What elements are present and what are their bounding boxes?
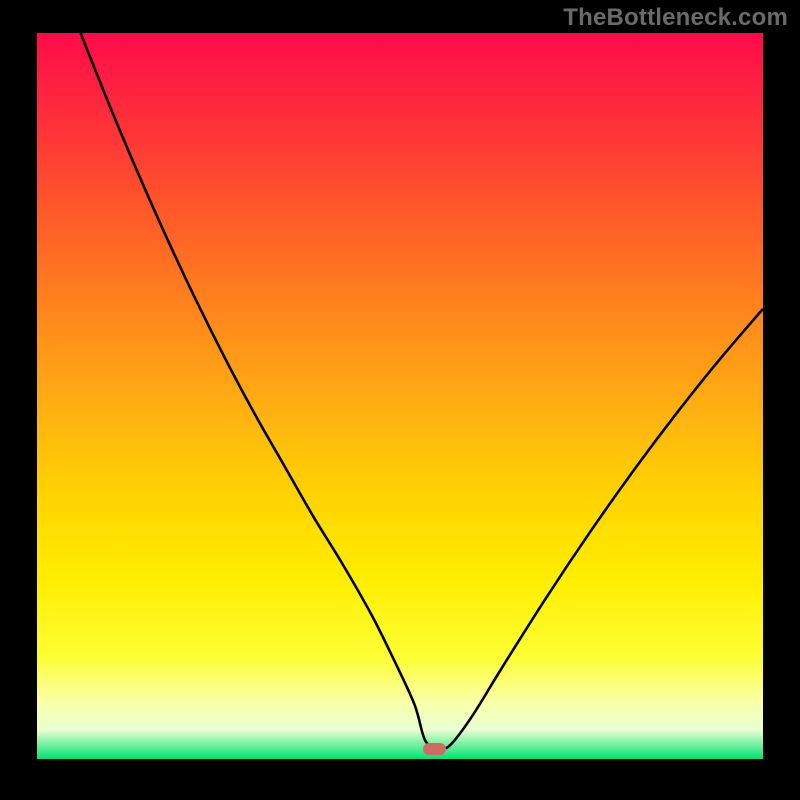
watermark-text: TheBottleneck.com xyxy=(563,4,788,32)
chart-frame: TheBottleneck.com xyxy=(0,0,800,800)
bottleneck-marker xyxy=(423,743,446,755)
plot-area xyxy=(37,33,763,759)
curve-svg xyxy=(37,33,763,759)
bottleneck-curve xyxy=(81,33,763,749)
